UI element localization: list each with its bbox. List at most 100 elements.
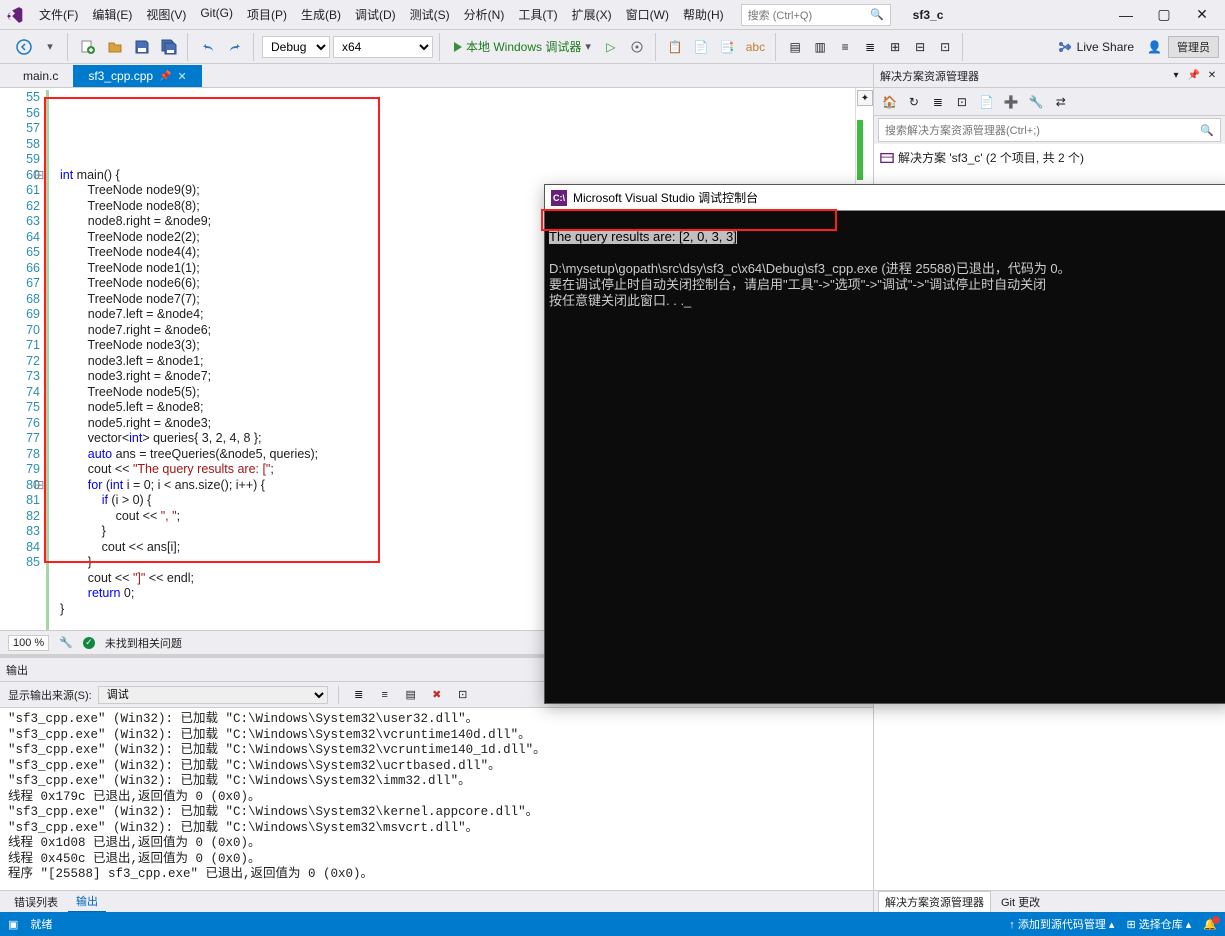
solution-icon — [880, 151, 894, 165]
panel-close-icon[interactable]: ✕ — [1205, 69, 1219, 83]
menu-文件(F)[interactable]: 文件(F) — [32, 3, 85, 26]
menu-工具(T)[interactable]: 工具(T) — [511, 3, 564, 26]
tab-sf3-cpp[interactable]: sf3_cpp.cpp 📌 ✕ — [73, 65, 201, 87]
config-dropdown[interactable]: Debug — [262, 36, 330, 58]
menu-生成(B)[interactable]: 生成(B) — [294, 3, 348, 26]
se-btn-e[interactable]: 📄 — [975, 91, 998, 113]
close-tab-icon[interactable]: ✕ — [178, 70, 187, 83]
menu-调试(D)[interactable]: 调试(D) — [348, 3, 403, 26]
tool-g[interactable]: ≡ — [834, 36, 856, 58]
solution-title: sf3_c — [903, 6, 954, 24]
menubar: 文件(F)编辑(E)视图(V)Git(G)项目(P)生成(B)调试(D)测试(S… — [0, 0, 1225, 30]
debug-console-window[interactable]: C:\ Microsoft Visual Studio 调试控制台 The qu… — [544, 184, 1225, 704]
output-btn-a[interactable]: ≣ — [349, 685, 369, 705]
notifications-button[interactable]: 🔔 — [1203, 918, 1217, 931]
statusbar: ▣ 就绪 ↑ 添加到源代码管理 ▴ ⊞ 选择仓库 ▴ 🔔 — [0, 912, 1225, 936]
liveshare-button[interactable]: Live Share — [1050, 36, 1141, 58]
se-btn-d[interactable]: ⊡ — [951, 91, 973, 113]
se-btn-c[interactable]: ≣ — [927, 91, 949, 113]
tree-root[interactable]: 解决方案 'sf3_c' (2 个项目, 共 2 个) — [880, 148, 1219, 167]
tool-d[interactable]: abc — [742, 36, 769, 58]
solution-toolbar: 🏠 ↻ ≣ ⊡ 📄 ➕ 🔧 ⇄ — [874, 88, 1225, 116]
se-btn-g[interactable]: 🔧 — [1025, 91, 1048, 113]
vs-logo-icon — [6, 6, 24, 24]
open-button[interactable] — [103, 36, 127, 58]
feedback-button[interactable]: 👤 — [1143, 36, 1166, 58]
tool-k[interactable]: ⊡ — [934, 36, 956, 58]
nav-forward-button[interactable]: ▾ — [39, 36, 61, 58]
menu-窗口(W)[interactable]: 窗口(W) — [619, 3, 676, 26]
menu-Git(G)[interactable]: Git(G) — [193, 3, 240, 26]
se-home-button[interactable]: 🏠 — [878, 91, 901, 113]
start-debug-button[interactable]: 本地 Windows 调试器 ▾ — [448, 36, 597, 58]
tool-c[interactable]: 📑 — [716, 36, 739, 58]
solution-explorer-title: 解决方案资源管理器 ▾ 📌 ✕ — [874, 64, 1225, 88]
liveshare-icon — [1057, 39, 1073, 55]
tool-h[interactable]: ≣ — [859, 36, 881, 58]
solution-bottom-tabs: 解决方案资源管理器 Git 更改 — [874, 890, 1225, 912]
nav-back-button[interactable] — [12, 36, 36, 58]
debug-target-button[interactable] — [625, 36, 649, 58]
console-titlebar[interactable]: C:\ Microsoft Visual Studio 调试控制台 — [545, 185, 1225, 211]
source-control-button[interactable]: ↑ 添加到源代码管理 ▴ — [1009, 916, 1114, 932]
menu-编辑(E)[interactable]: 编辑(E) — [85, 3, 139, 26]
save-button[interactable] — [130, 36, 154, 58]
output-btn-e[interactable]: ⊡ — [453, 685, 473, 705]
tab-output[interactable]: 输出 — [68, 891, 106, 913]
minimize-button[interactable]: — — [1109, 3, 1143, 27]
output-btn-c[interactable]: ▤ — [401, 685, 421, 705]
se-btn-h[interactable]: ⇄ — [1050, 91, 1072, 113]
menu-items: 文件(F)编辑(E)视图(V)Git(G)项目(P)生成(B)调试(D)测试(S… — [32, 3, 731, 26]
output-source-select[interactable]: 调试 — [98, 686, 328, 704]
menu-帮助(H)[interactable]: 帮助(H) — [676, 3, 731, 26]
tool-e[interactable]: ▤ — [784, 36, 806, 58]
console-body: The query results are: [2, 0, 3, 3] D:\m… — [545, 211, 1225, 311]
console-icon: C:\ — [551, 190, 567, 206]
tab-main-c[interactable]: main.c — [8, 65, 73, 87]
se-btn-f[interactable]: ➕ — [1000, 91, 1023, 113]
panel-dropdown-icon[interactable]: ▾ — [1169, 69, 1183, 83]
status-ready-icon: ▣ — [8, 918, 18, 931]
ptab-git-changes[interactable]: Git 更改 — [995, 892, 1046, 912]
ok-icon: ✓ — [83, 637, 95, 649]
output-btn-b[interactable]: ≡ — [375, 685, 395, 705]
split-button[interactable]: ✦ — [857, 90, 873, 106]
zoom-level[interactable]: 100 % — [8, 635, 49, 651]
new-item-button[interactable] — [76, 36, 100, 58]
solution-search[interactable]: 搜索解决方案资源管理器(Ctrl+;) 🔍 — [878, 118, 1221, 142]
start-nodebug-button[interactable]: ▷ — [600, 36, 622, 58]
modification-rail — [46, 90, 49, 630]
menu-分析(N)[interactable]: 分析(N) — [457, 3, 512, 26]
save-all-button[interactable] — [157, 36, 181, 58]
output-bottom-tabs: 错误列表 输出 — [0, 890, 873, 912]
menu-测试(S)[interactable]: 测试(S) — [403, 3, 457, 26]
issues-text: 未找到相关问题 — [105, 635, 182, 651]
status-ready: 就绪 — [30, 916, 52, 932]
search-box[interactable]: 搜索 (Ctrl+Q) 🔍 — [741, 4, 891, 26]
tool-b[interactable]: 📄 — [690, 36, 713, 58]
panel-pin-icon[interactable]: 📌 — [1187, 69, 1201, 83]
menu-项目(P)[interactable]: 项目(P) — [240, 3, 294, 26]
marker-a — [857, 120, 863, 180]
tab-errorlist[interactable]: 错误列表 — [6, 892, 66, 912]
se-sync-button[interactable]: ↻ — [903, 91, 925, 113]
tool-a[interactable]: 📋 — [664, 36, 687, 58]
menu-扩展(X)[interactable]: 扩展(X) — [565, 3, 619, 26]
pin-icon[interactable]: 📌 — [159, 71, 171, 82]
admin-badge: 管理员 — [1168, 36, 1219, 58]
maximize-button[interactable]: ▢ — [1147, 3, 1181, 27]
select-repo-button[interactable]: ⊞ 选择仓库 ▴ — [1126, 916, 1191, 932]
tool-i[interactable]: ⊞ — [884, 36, 906, 58]
tool-j[interactable]: ⊟ — [909, 36, 931, 58]
output-btn-d[interactable]: ✖ — [427, 685, 447, 705]
output-body[interactable]: "sf3_cpp.exe" (Win32): 已加载 "C:\Windows\S… — [0, 708, 873, 890]
menu-视图(V)[interactable]: 视图(V) — [139, 3, 193, 26]
redo-button[interactable] — [223, 36, 247, 58]
undo-button[interactable] — [196, 36, 220, 58]
document-tabs: main.c sf3_cpp.cpp 📌 ✕ — [0, 64, 873, 88]
close-button[interactable]: ✕ — [1185, 3, 1219, 27]
issues-icon: 🔧 — [59, 636, 73, 649]
tool-f[interactable]: ▥ — [809, 36, 831, 58]
platform-dropdown[interactable]: x64 — [333, 36, 433, 58]
ptab-solution-explorer[interactable]: 解决方案资源管理器 — [878, 891, 991, 912]
